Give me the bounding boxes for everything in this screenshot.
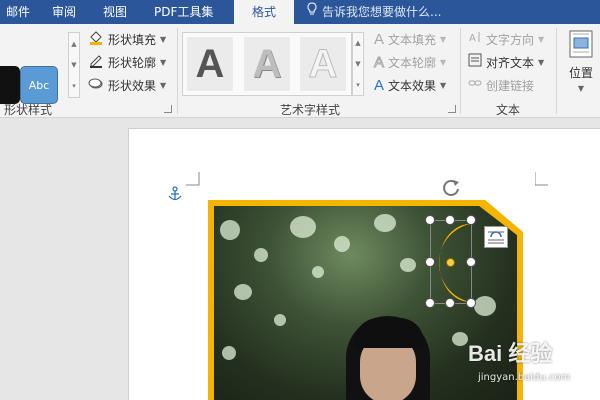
resize-handle[interactable] bbox=[425, 257, 435, 267]
shape-fill-button[interactable]: 形状填充 ▼ bbox=[88, 30, 166, 50]
chevron-down-icon: ▼ bbox=[440, 81, 447, 90]
tab-format[interactable]: 格式 bbox=[234, 0, 294, 24]
chevron-down-icon: ▼ bbox=[440, 35, 447, 44]
text-outline-button[interactable]: A 文本轮廓 ▼ bbox=[373, 53, 447, 73]
tab-mailings[interactable]: 邮件 bbox=[0, 0, 40, 24]
create-link-button[interactable]: 创建链接 bbox=[468, 76, 534, 96]
adjustment-handle[interactable] bbox=[446, 258, 455, 267]
tab-review[interactable]: 审阅 bbox=[42, 0, 86, 24]
pencil-icon bbox=[88, 52, 104, 74]
margin-corner-mark bbox=[535, 172, 548, 186]
tab-pdf-tools[interactable]: PDF工具集 bbox=[144, 0, 223, 24]
shape-fill-label: 形状填充 bbox=[108, 33, 157, 47]
chevron-down-icon: ▼ bbox=[577, 84, 585, 93]
wordart-styles-dialog-launcher[interactable] bbox=[448, 105, 456, 113]
resize-handle[interactable] bbox=[466, 298, 476, 308]
tell-me-search[interactable]: 告诉我您想要做什么... bbox=[306, 0, 441, 24]
position-label: 位置 bbox=[568, 66, 593, 80]
text-direction-label: 文字方向 bbox=[486, 33, 535, 47]
ribbon: Abc ▲ ▼ ▾ 形状填充 ▼ 形状轮廓 ▼ 形状效果 ▼ 形状样式 A A A … bbox=[0, 24, 600, 118]
wordart-style-1[interactable]: A bbox=[187, 37, 233, 91]
text-effects-button[interactable]: A 文本效果 ▼ bbox=[374, 76, 446, 96]
resize-handle[interactable] bbox=[445, 298, 455, 308]
text-outline-label: 文本轮廓 bbox=[388, 56, 437, 70]
group-label-text: 文本 bbox=[496, 103, 521, 117]
shape-style-gallery-scroll[interactable]: ▲ ▼ ▾ bbox=[68, 32, 80, 98]
create-link-label: 创建链接 bbox=[486, 79, 535, 93]
position-button[interactable]: 位置 ▼ bbox=[564, 30, 598, 100]
ribbon-tab-bar: 邮件 审阅 视图 PDF工具集 格式 告诉我您想要做什么... bbox=[0, 0, 600, 24]
group-label-shape-styles: 形状样式 bbox=[4, 103, 53, 117]
link-icon bbox=[468, 76, 482, 96]
margin-corner-mark bbox=[186, 172, 200, 186]
layout-options-icon[interactable] bbox=[484, 226, 508, 248]
text-effects-icon: A bbox=[374, 77, 385, 94]
text-direction-button[interactable]: A 文字方向 ▼ bbox=[468, 30, 544, 50]
lightbulb-icon bbox=[306, 0, 318, 24]
anchor-icon[interactable] bbox=[168, 186, 182, 205]
wordart-style-2[interactable]: A bbox=[244, 37, 290, 91]
shape-effects-button[interactable]: 形状效果 ▼ bbox=[88, 76, 166, 96]
shape-style-swatch-dark[interactable] bbox=[0, 66, 20, 104]
group-divider bbox=[556, 28, 557, 114]
wordart-gallery-scroll[interactable]: ▲ ▼ ▾ bbox=[352, 32, 364, 96]
chevron-down-icon: ▼ bbox=[538, 58, 545, 67]
shape-style-swatch-blue[interactable]: Abc bbox=[20, 66, 58, 104]
rotate-handle-icon[interactable] bbox=[440, 177, 462, 202]
shape-effects-icon bbox=[88, 75, 104, 97]
text-effects-label: 文本效果 bbox=[388, 79, 437, 93]
chevron-down-icon: ▼ bbox=[160, 81, 167, 90]
svg-text:A: A bbox=[469, 33, 476, 44]
text-outline-icon: A bbox=[373, 54, 385, 72]
resize-handle[interactable] bbox=[466, 257, 476, 267]
align-text-label: 对齐文本 bbox=[486, 56, 535, 70]
resize-handle[interactable] bbox=[425, 215, 435, 225]
group-divider bbox=[460, 28, 461, 114]
align-text-button[interactable]: 对齐文本 ▼ bbox=[468, 53, 544, 73]
chevron-down-icon: ▼ bbox=[160, 35, 167, 44]
chevron-down-icon: ▼ bbox=[160, 58, 167, 67]
paint-bucket-icon bbox=[88, 29, 104, 51]
shape-styles-dialog-launcher[interactable] bbox=[164, 105, 172, 113]
text-fill-icon: A bbox=[374, 31, 385, 48]
group-label-wordart-styles: 艺术字样式 bbox=[280, 103, 341, 117]
resize-handle[interactable] bbox=[445, 215, 455, 225]
shape-outline-button[interactable]: 形状轮廓 ▼ bbox=[88, 53, 166, 73]
group-divider bbox=[177, 28, 178, 114]
chevron-down-icon: ▼ bbox=[440, 58, 447, 67]
position-icon bbox=[568, 30, 594, 61]
tab-view[interactable]: 视图 bbox=[93, 0, 137, 24]
shape-style-sample-text: Abc bbox=[28, 78, 50, 92]
text-fill-label: 文本填充 bbox=[388, 33, 437, 47]
baidu-watermark-url: jingyan.baidu.com bbox=[478, 372, 571, 383]
shape-effects-label: 形状效果 bbox=[108, 79, 157, 93]
align-text-icon bbox=[468, 53, 482, 73]
text-fill-button[interactable]: A 文本填充 ▼ bbox=[374, 30, 446, 50]
wordart-style-3[interactable]: A bbox=[300, 37, 346, 91]
text-direction-icon: A bbox=[468, 30, 482, 50]
resize-handle[interactable] bbox=[466, 215, 476, 225]
resize-handle[interactable] bbox=[425, 298, 435, 308]
chevron-down-icon: ▼ bbox=[538, 35, 545, 44]
wordart-style-gallery: A A A bbox=[182, 32, 352, 96]
baidu-watermark: Bai 经验 bbox=[468, 341, 553, 366]
shape-outline-label: 形状轮廓 bbox=[108, 56, 157, 70]
tell-me-placeholder: 告诉我您想要做什么... bbox=[322, 5, 442, 19]
